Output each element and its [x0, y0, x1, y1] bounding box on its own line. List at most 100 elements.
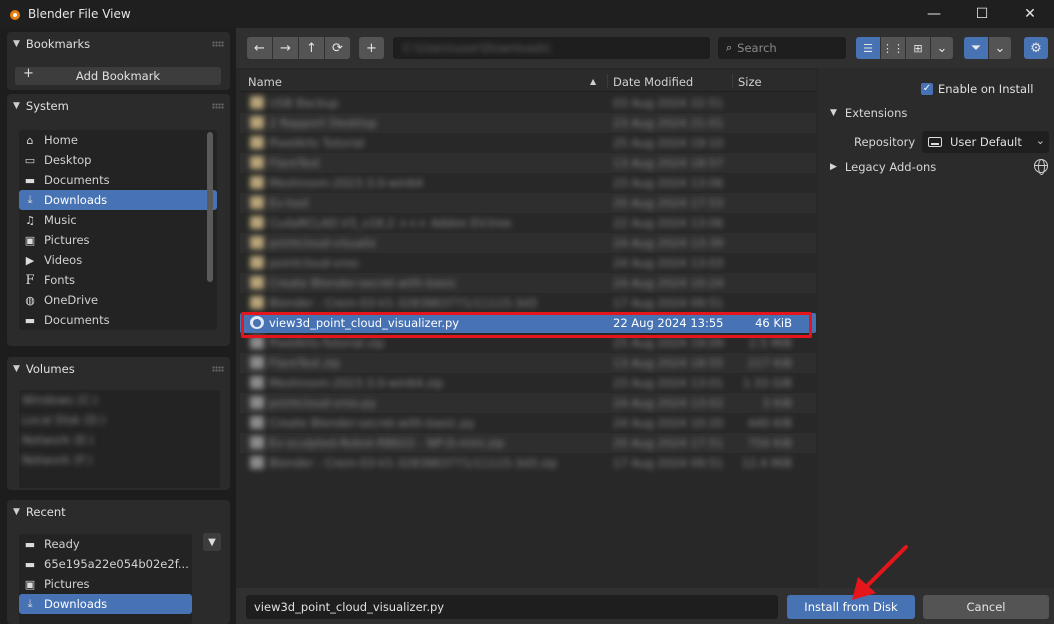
folder-icon	[250, 276, 264, 289]
file-row[interactable]: Meshroom-2023.3.0-win64 23 Aug 2024 13:06	[240, 173, 816, 193]
recent-item-ready[interactable]: ▬ Ready	[19, 534, 192, 554]
sidebar-item-pictures[interactable]: ▣ Pictures	[19, 230, 217, 250]
file-row[interactable]: 2 Rapport Desktop 23 Aug 2024 21:01	[240, 113, 816, 133]
new-folder-button[interactable]: +	[359, 37, 384, 59]
close-button[interactable]: ✕	[1006, 0, 1054, 28]
display-options-dropdown[interactable]: ⌄	[931, 37, 953, 59]
recent-options-dropdown[interactable]: ▼	[203, 533, 221, 551]
parent-directory-button[interactable]: ↑	[299, 37, 324, 59]
system-scrollbar[interactable]	[207, 132, 213, 282]
volume-item[interactable]: Windows (C:)	[19, 390, 220, 410]
file-row[interactable]: Create Blender-secret-with-basic 24 Aug 2…	[240, 273, 816, 293]
volumes-header[interactable]: ▼ Volumes	[7, 357, 230, 381]
drag-grip-icon[interactable]	[212, 103, 224, 109]
file-row[interactable]: FlareTest 13 Aug 2024 18:57	[240, 153, 816, 173]
file-icon	[250, 436, 264, 449]
download-icon: ⤓	[27, 597, 33, 610]
vertical-list-view-icon[interactable]: ☰	[856, 37, 880, 59]
file-name: Meshroom-2023.3.0-win64.zip	[269, 376, 444, 390]
file-row[interactable]: pointcloud-visualiz 24 Aug 2024 13:39	[240, 233, 816, 253]
recent-header[interactable]: ▼ Recent	[7, 500, 230, 524]
folder-icon: ▬	[24, 173, 36, 187]
cancel-button[interactable]: Cancel	[923, 595, 1049, 619]
add-bookmark-button[interactable]: + Add Bookmark	[15, 66, 221, 85]
column-date-modified[interactable]: Date Modified	[613, 75, 693, 89]
globe-icon[interactable]	[1034, 159, 1048, 175]
file-date: 17 Aug 2024 09:51	[613, 296, 724, 310]
forward-button[interactable]: →	[273, 37, 298, 59]
disk-icon	[928, 137, 942, 147]
legacy-addons-section-header[interactable]: ▶ Legacy Add-ons	[830, 160, 936, 174]
directory-path-input[interactable]: C:\Users\user\Downloads\	[393, 37, 710, 59]
sidebar-item-videos[interactable]: ▶ Videos	[19, 250, 217, 270]
repository-value: User Default	[950, 135, 1022, 149]
file-date: 24 Aug 2024 13:39	[613, 236, 724, 250]
file-row[interactable]: CudaRCLAD.V3_v18.2 +++ Addon EV.tree 22 A…	[240, 213, 816, 233]
sidebar-item-documents-2[interactable]: ▬ Documents	[19, 310, 217, 330]
enable-on-install-checkbox[interactable]: ✓ Enable on Install	[921, 82, 1033, 96]
legacy-addons-label: Legacy Add-ons	[844, 160, 937, 174]
sidebar-item-music[interactable]: ♫ Music	[19, 210, 217, 230]
extensions-section-header[interactable]: ▼ Extensions	[830, 106, 907, 120]
sidebar-item-desktop[interactable]: ▭ Desktop	[19, 150, 217, 170]
recent-item-pictures[interactable]: ▣ Pictures	[19, 574, 192, 594]
thumbnail-view-icon[interactable]: ⊞	[906, 37, 930, 59]
file-row[interactable]: pointcloud-vroo.py 24 Aug 2024 13:02 3 KiB	[240, 393, 816, 413]
volume-label: Local Disk (D:)	[22, 413, 106, 427]
recent-item-hash-folder[interactable]: ▬ 65e195a22e054b02e2f...	[19, 554, 192, 574]
sidebar-item-downloads[interactable]: ⤓ Downloads	[19, 190, 217, 210]
item-label: Ready	[44, 537, 80, 551]
window-title: Blender File View	[28, 7, 131, 21]
title-bar: Blender File View — ☐ ✕	[0, 0, 1054, 28]
column-name[interactable]: Name	[248, 75, 282, 89]
sidebar-item-home[interactable]: ⌂ Home	[19, 130, 217, 150]
sidebar-item-onedrive[interactable]: ◍ OneDrive	[19, 290, 217, 310]
file-name: Blender - Crem-03-V1-3283863771/11115-3d…	[269, 296, 538, 310]
file-row[interactable]: Blender - Crem-03-V1-3283863771/11115-3d…	[240, 293, 816, 313]
refresh-button[interactable]: ⟳	[325, 37, 350, 59]
settings-gear-icon[interactable]: ⚙	[1024, 37, 1048, 59]
volume-item[interactable]: Local Disk (D:)	[19, 410, 220, 430]
sidebar-item-documents[interactable]: ▬ Documents	[19, 170, 217, 190]
filename-input[interactable]: view3d_point_cloud_visualizer.py	[246, 595, 778, 619]
file-row[interactable]: Blender - Crem-03-V1-3283863771/11115-3d…	[240, 453, 816, 473]
file-row[interactable]: pointcloud-vroo 24 Aug 2024 13:03	[240, 253, 816, 273]
file-row[interactable]: Meshroom-2023.3.0-win64.zip 23 Aug 2024 1…	[240, 373, 816, 393]
recent-item-downloads[interactable]: ⤓ Downloads	[19, 594, 192, 614]
file-date: 24 Aug 2024 10:20	[613, 416, 724, 430]
download-icon: ⤓	[27, 193, 33, 206]
file-row[interactable]: FlareTest.zip 13 Aug 2024 18:55 217 KiB	[240, 353, 816, 373]
column-size[interactable]: Size	[738, 75, 762, 89]
chevron-down-icon: ⌄	[994, 40, 1006, 56]
bookmarks-header[interactable]: ▼ Bookmarks	[7, 32, 230, 56]
file-row[interactable]: USB Backup 03 Aug 2024 22:51	[240, 93, 816, 113]
filter-icon[interactable]: ⏷	[964, 37, 988, 59]
file-name: Create Blender-secret-with-basic	[269, 276, 457, 290]
back-button[interactable]: ←	[247, 37, 272, 59]
filter-options-dropdown[interactable]: ⌄	[989, 37, 1011, 59]
search-input[interactable]: ⌕ Search	[718, 37, 846, 59]
system-header[interactable]: ▼ System	[7, 94, 230, 118]
sort-ascending-icon: ▲	[590, 77, 597, 86]
volume-item[interactable]: Network (E:)	[19, 430, 220, 450]
blender-logo-icon	[8, 7, 22, 21]
volume-item[interactable]: Network (F:)	[19, 450, 220, 470]
sidebar-item-fonts[interactable]: F Fonts	[19, 270, 217, 290]
drag-grip-icon[interactable]	[212, 366, 224, 372]
item-label: Downloads	[44, 597, 108, 611]
file-row[interactable]: Ev-sculpted-Robot-RB622 - NP-D-mini.zip 2…	[240, 433, 816, 453]
file-row[interactable]: Create Blender-secret-with-basic.py 24 Au…	[240, 413, 816, 433]
drag-grip-icon[interactable]	[212, 41, 224, 47]
file-row[interactable]: Ev-tool 20 Aug 2024 17:53	[240, 193, 816, 213]
file-row[interactable]: PixelArts Tutorial 25 Aug 2024 19:10	[240, 133, 816, 153]
horizontal-list-view-icon[interactable]: ⋮⋮	[881, 37, 905, 59]
file-name: Meshroom-2023.3.0-win64	[269, 176, 424, 190]
minimize-button[interactable]: —	[910, 0, 958, 28]
folder-icon	[250, 236, 264, 249]
install-options-panel: ✓ Enable on Install ▼ Extensions Reposit…	[818, 68, 1054, 588]
folder-icon: ▬	[24, 313, 36, 327]
file-name: CudaRCLAD.V3_v18.2 +++ Addon EV.tree	[269, 216, 512, 230]
maximize-button[interactable]: ☐	[958, 0, 1006, 28]
search-placeholder: Search	[737, 41, 777, 55]
repository-select[interactable]: User Default ⌄	[922, 131, 1049, 153]
